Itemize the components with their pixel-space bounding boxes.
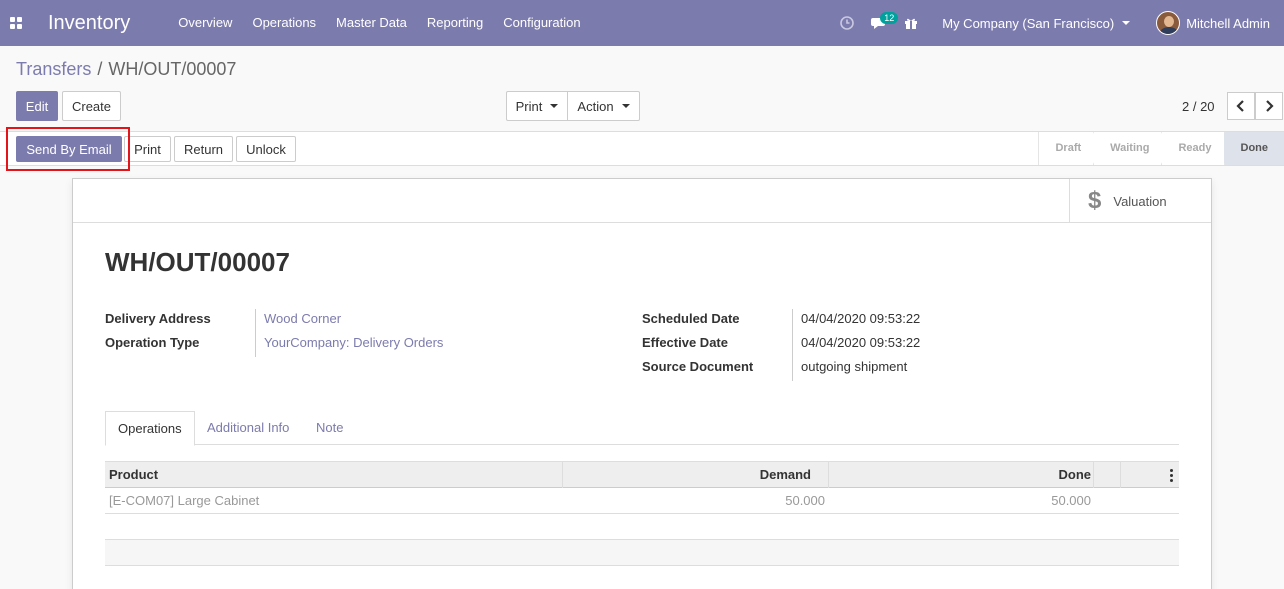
main-menu: Overview Operations Master Data Reportin… xyxy=(168,0,590,46)
breadcrumb-current: WH/OUT/00007 xyxy=(108,59,237,79)
field-divider xyxy=(255,309,256,357)
gift-icon[interactable] xyxy=(898,0,924,46)
row-product: [E-COM07] Large Cabinet xyxy=(109,493,260,508)
column-demand[interactable]: Demand xyxy=(760,462,811,488)
pager-value[interactable]: 2 / 20 xyxy=(1182,99,1215,114)
column-divider xyxy=(562,462,563,488)
column-done[interactable]: Done xyxy=(1059,462,1092,488)
tab-note[interactable]: Note xyxy=(304,411,355,445)
menu-configuration[interactable]: Configuration xyxy=(493,0,590,46)
chevron-down-icon xyxy=(550,104,559,108)
column-product[interactable]: Product xyxy=(109,462,158,488)
action-dropdown-label: Action xyxy=(577,98,614,114)
source-document-label: Source Document xyxy=(642,359,754,374)
effective-date-label: Effective Date xyxy=(642,335,728,350)
chevron-left-icon xyxy=(1236,100,1244,112)
field-divider xyxy=(792,309,793,381)
edit-button[interactable]: Edit xyxy=(16,91,58,121)
user-menu[interactable]: Mitchell Admin xyxy=(1156,11,1270,35)
row-done: 50.000 xyxy=(1051,493,1091,508)
operations-table: Product Demand Done [E-COM07] Large Cabi… xyxy=(105,461,1179,566)
scheduled-date-label: Scheduled Date xyxy=(642,311,740,326)
user-name: Mitchell Admin xyxy=(1186,15,1270,31)
pager-next-button[interactable] xyxy=(1255,92,1283,120)
table-row[interactable]: [E-COM07] Large Cabinet 50.000 50.000 xyxy=(105,488,1179,514)
valuation-label: Valuation xyxy=(1113,193,1167,209)
chevron-down-icon xyxy=(1122,21,1131,25)
activity-clock-icon[interactable] xyxy=(834,0,860,46)
company-name: My Company (San Francisco) xyxy=(942,15,1115,31)
create-button[interactable]: Create xyxy=(62,91,121,121)
column-divider xyxy=(1093,462,1094,488)
delivery-address-label: Delivery Address xyxy=(105,311,211,326)
table-row-empty xyxy=(105,514,1179,540)
form-sheet: $ Valuation WH/OUT/00007 Delivery Addres… xyxy=(72,178,1212,589)
apps-menu-icon[interactable] xyxy=(0,0,32,46)
stage-draft: Draft xyxy=(1038,132,1103,165)
source-document-value: outgoing shipment xyxy=(801,359,908,374)
top-navbar: Inventory Overview Operations Master Dat… xyxy=(0,0,1284,46)
app-title[interactable]: Inventory xyxy=(48,12,130,35)
highlight-box xyxy=(6,127,130,171)
tab-additional-info[interactable]: Additional Info xyxy=(195,411,301,445)
table-header: Product Demand Done xyxy=(105,461,1179,488)
delivery-address-value[interactable]: Wood Corner xyxy=(264,311,341,326)
print-dropdown-label: Print xyxy=(515,98,543,114)
scheduled-date-value: 04/04/2020 09:53:22 xyxy=(801,311,921,326)
unlock-button[interactable]: Unlock xyxy=(236,136,296,162)
messages-count-badge: 12 xyxy=(880,12,899,24)
effective-date-value: 04/04/2020 09:53:22 xyxy=(801,335,921,350)
company-switcher[interactable]: My Company (San Francisco) xyxy=(942,15,1131,31)
return-button[interactable]: Return xyxy=(174,136,233,162)
messages-icon[interactable]: 12 xyxy=(864,0,899,46)
avatar xyxy=(1156,11,1181,35)
table-row-empty xyxy=(105,540,1179,566)
action-dropdown[interactable]: Action xyxy=(567,91,640,121)
smart-button-box: $ Valuation xyxy=(73,179,1211,223)
tab-operations[interactable]: Operations xyxy=(105,411,195,446)
menu-master-data[interactable]: Master Data xyxy=(326,0,417,46)
breadcrumb: Transfers / WH/OUT/00007 xyxy=(16,59,236,80)
record-title: WH/OUT/00007 xyxy=(105,247,290,277)
stage-ready: Ready xyxy=(1161,132,1233,165)
notebook-tabs: Operations Additional Info Note xyxy=(105,411,1179,446)
operation-type-label: Operation Type xyxy=(105,335,200,350)
pager-previous-button[interactable] xyxy=(1227,92,1255,120)
menu-operations[interactable]: Operations xyxy=(242,0,326,46)
form-statusbar: Send By Email Print Return Unlock Draft … xyxy=(0,131,1284,166)
stage-waiting: Waiting xyxy=(1093,132,1171,165)
column-divider xyxy=(828,462,829,488)
stage-pipeline: Draft Waiting Ready Done xyxy=(1038,132,1284,165)
stage-done: Done xyxy=(1223,132,1284,165)
print-button[interactable]: Print xyxy=(124,136,171,162)
valuation-button[interactable]: $ Valuation xyxy=(1069,179,1211,223)
dollar-icon: $ xyxy=(1088,187,1102,214)
menu-overview[interactable]: Overview xyxy=(168,0,242,46)
operation-type-value[interactable]: YourCompany: Delivery Orders xyxy=(264,335,443,350)
breadcrumb-parent[interactable]: Transfers xyxy=(16,59,91,80)
row-demand: 50.000 xyxy=(785,493,825,508)
breadcrumb-separator: / xyxy=(97,59,103,79)
optional-columns-icon[interactable] xyxy=(1170,469,1173,482)
menu-reporting[interactable]: Reporting xyxy=(417,0,493,46)
column-divider xyxy=(1120,462,1121,488)
chevron-down-icon xyxy=(621,104,630,108)
print-dropdown[interactable]: Print xyxy=(506,91,568,121)
chevron-right-icon xyxy=(1266,100,1274,112)
